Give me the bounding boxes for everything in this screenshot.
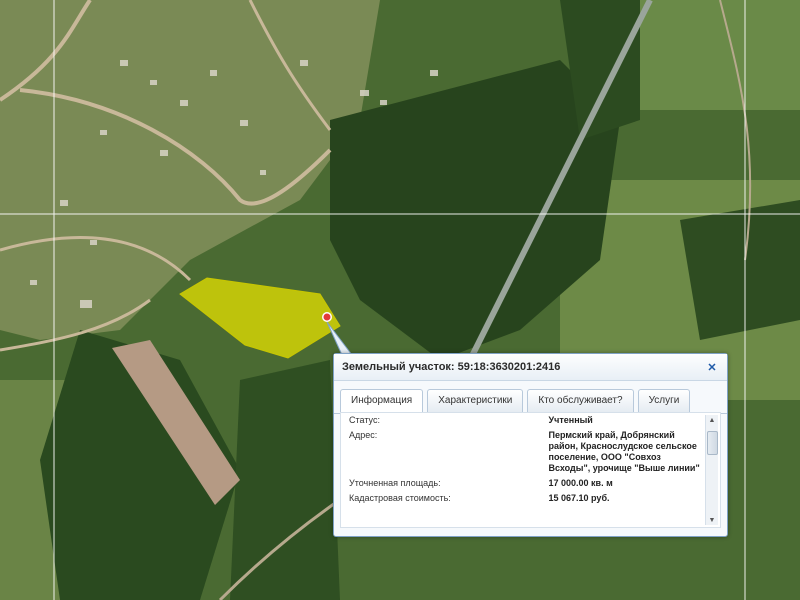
tab-services[interactable]: Услуги [637, 389, 691, 414]
info-scrollbar[interactable]: ▲ ▼ [705, 415, 718, 525]
scroll-up-icon[interactable]: ▲ [706, 415, 718, 425]
scroll-down-icon[interactable]: ▼ [706, 515, 718, 525]
info-row-area: Уточненная площадь: 17 000.00 кв. м [349, 478, 702, 489]
address-value: Пермский край, Добрянский район, Краснос… [548, 430, 700, 473]
popup-header: Земельный участок: 59:18:3630201:2416 ✕ [334, 354, 727, 381]
cadastral-value-value: 15 067.10 руб. [548, 493, 610, 503]
info-row-cadastral-value: Кадастровая стоимость: 15 067.10 руб. [349, 493, 702, 504]
status-value: Учтенный [548, 415, 593, 425]
tab-characteristics[interactable]: Характеристики [427, 389, 524, 414]
popup-tabs: Информация Характеристики Кто обслуживае… [334, 381, 727, 415]
info-row-status: Статус: Учтенный [349, 415, 702, 426]
forest-area [680, 200, 800, 340]
forest-area [230, 360, 340, 600]
status-label: Статус: [349, 415, 380, 425]
info-rows: Статус: Учтенный Адрес: Пермский край, Д… [341, 413, 702, 527]
scrollbar-thumb[interactable] [707, 431, 718, 455]
tab-who-serves[interactable]: Кто обслуживает? [527, 389, 634, 414]
info-row-address: Адрес: Пермский край, Добрянский район, … [349, 430, 702, 474]
info-panel: Статус: Учтенный Адрес: Пермский край, Д… [340, 412, 721, 528]
address-label: Адрес: [349, 430, 378, 440]
popup-title: Земельный участок: 59:18:3630201:2416 [342, 361, 561, 373]
cadastral-value-label: Кадастровая стоимость: [349, 493, 451, 503]
map-pin-icon[interactable] [322, 312, 332, 322]
area-value: 17 000.00 кв. м [548, 478, 613, 488]
parcel-info-popup: Земельный участок: 59:18:3630201:2416 ✕ … [333, 353, 728, 537]
close-icon[interactable]: ✕ [705, 360, 719, 374]
area-label: Уточненная площадь: [349, 478, 441, 488]
